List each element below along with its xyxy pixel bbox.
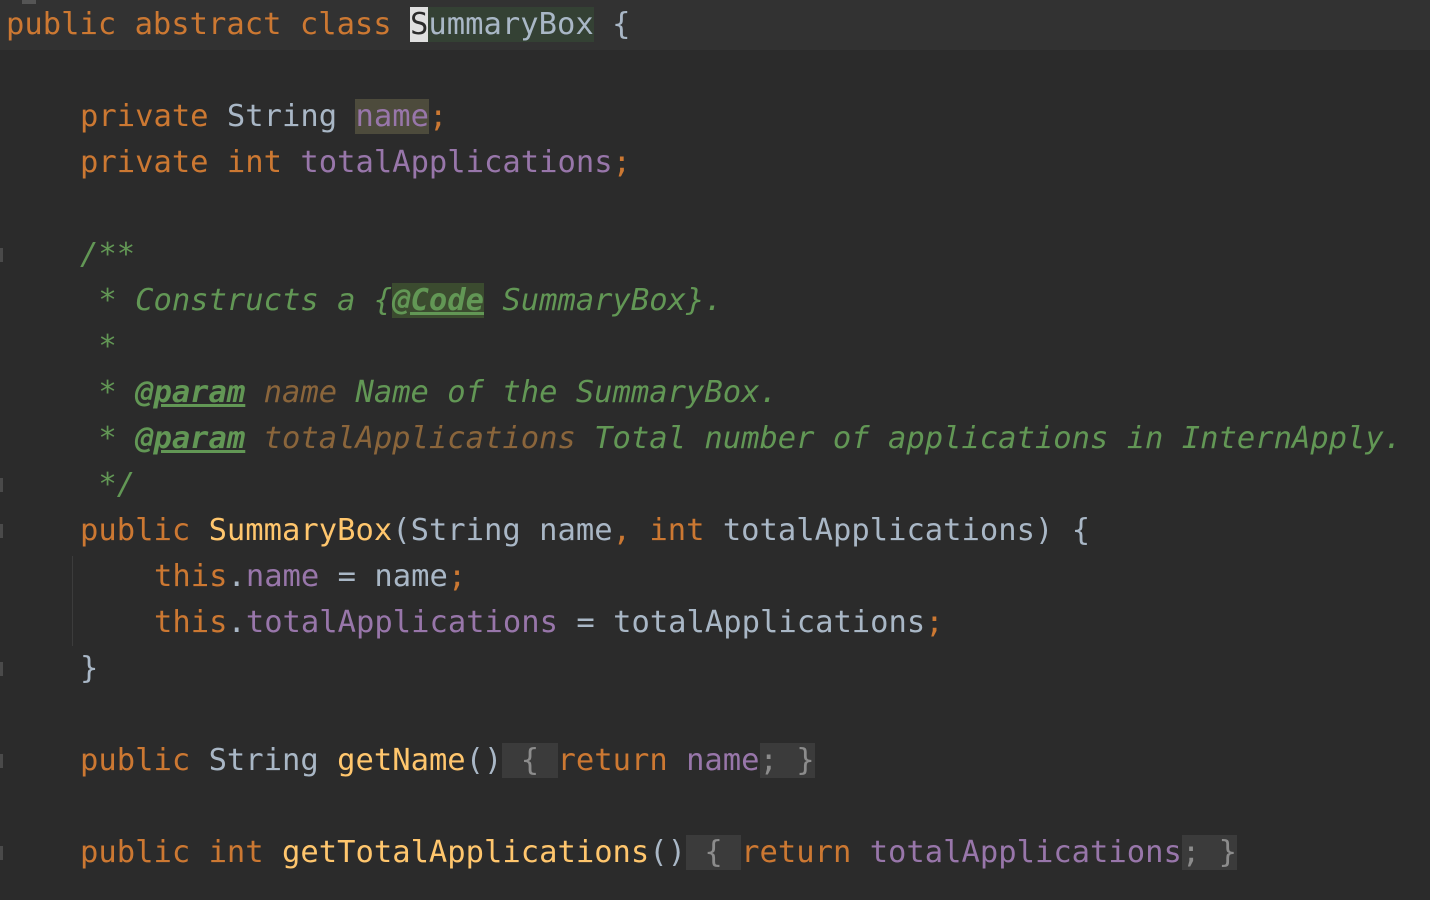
open-brace: { (1071, 513, 1091, 548)
code-line-assign-name[interactable]: this.name = name; (154, 554, 466, 600)
return-type-string: String (208, 743, 319, 778)
semicolon: ; (1181, 835, 1201, 870)
javadoc-param-tag[interactable]: @param (135, 421, 245, 456)
semicolon: ; (759, 743, 778, 778)
param-type-string: String (410, 513, 521, 548)
javadoc-blank[interactable]: * (80, 324, 117, 370)
code-editor[interactable]: public abstract class SummaryBox { priva… (0, 0, 1430, 900)
close-paren: ) (1034, 513, 1054, 548)
field-name[interactable]: name (355, 99, 429, 134)
indent-guide (72, 556, 73, 646)
keyword-public: public (6, 7, 117, 42)
keyword-public: public (80, 835, 191, 870)
fold-marker-icon[interactable] (0, 524, 3, 538)
javadoc-param-name[interactable]: * @param name Name of the SummaryBox. (80, 370, 778, 416)
javadoc-star: * (80, 375, 136, 410)
type-int: int (226, 145, 283, 180)
assign-operator: = (558, 605, 614, 640)
fold-marker-icon[interactable] (0, 846, 3, 860)
param-total-applications[interactable]: totalApplications (723, 513, 1035, 548)
javadoc-param-tag[interactable]: @param (135, 375, 245, 410)
folded-block-close[interactable]: } (1200, 835, 1237, 870)
fold-marker-icon[interactable] (0, 754, 3, 768)
code-line-constructor-close[interactable]: } (80, 646, 98, 692)
javadoc-param-name: name (245, 375, 338, 410)
semicolon: ; (447, 559, 467, 594)
field-ref-name[interactable]: name (246, 559, 319, 594)
javadoc-close-text: */ (80, 467, 136, 502)
open-brace: { (612, 7, 631, 42)
keyword-this: this (154, 559, 228, 594)
folded-block-close[interactable]: } (777, 743, 815, 778)
return-value-total-applications[interactable]: totalApplications (870, 835, 1182, 870)
code-line-class-declaration[interactable]: public abstract class SummaryBox { (6, 2, 630, 48)
assign-operator: = (319, 559, 375, 594)
parens: () (465, 743, 503, 778)
javadoc-code-tag[interactable]: @Code (392, 283, 484, 318)
javadoc-param-desc: Total number of applications in InternAp… (575, 421, 1403, 456)
return-value-name[interactable]: name (686, 743, 759, 778)
close-brace: } (80, 651, 99, 686)
javadoc-param-total[interactable]: * @param totalApplications Total number … (80, 416, 1402, 462)
keyword-private: private (80, 99, 209, 134)
method-get-name[interactable]: getName (337, 743, 466, 778)
code-line-field-name[interactable]: private String name; (80, 94, 447, 140)
constructor-name[interactable]: SummaryBox (209, 513, 393, 548)
fold-marker-icon[interactable] (0, 478, 3, 492)
dot: . (227, 605, 246, 640)
class-name[interactable]: ummaryBox (428, 7, 594, 42)
folded-block-open[interactable]: { (686, 835, 742, 870)
javadoc-open-text: /** (80, 237, 136, 272)
keyword-return: return (741, 835, 852, 870)
code-line-field-total[interactable]: private int totalApplications; (80, 140, 631, 186)
javadoc-open[interactable]: /** (80, 232, 135, 278)
dot: . (227, 559, 246, 594)
type-string: String (226, 99, 338, 134)
code-line-constructor[interactable]: public SummaryBox(String name, int total… (80, 508, 1090, 554)
keyword-public: public (80, 513, 191, 548)
keyword-this: this (154, 605, 228, 640)
field-ref-total-applications[interactable]: totalApplications (246, 605, 558, 640)
fold-marker-icon[interactable] (0, 248, 3, 262)
keyword-private: private (80, 145, 209, 180)
keyword-public: public (80, 743, 191, 778)
javadoc-text: SummaryBox}. (484, 283, 723, 318)
code-line-get-total[interactable]: public int getTotalApplications() { retu… (80, 830, 1237, 876)
semicolon: ; (428, 99, 448, 134)
value-total-applications[interactable]: totalApplications (613, 605, 925, 640)
code-line-get-name[interactable]: public String getName() { return name; } (80, 738, 815, 784)
keyword-return: return (557, 743, 668, 778)
fold-marker-icon[interactable] (0, 662, 3, 676)
javadoc-line-constructs[interactable]: * Constructs a {@Code SummaryBox}. (80, 278, 723, 324)
keyword-abstract: abstract (134, 7, 282, 42)
javadoc-param-desc: Name of the SummaryBox. (337, 375, 778, 410)
param-type-int: int (649, 513, 705, 548)
javadoc-star: * (80, 329, 117, 364)
method-get-total-applications[interactable]: getTotalApplications (282, 835, 649, 870)
value-name[interactable]: name (374, 559, 447, 594)
javadoc-param-name: totalApplications (245, 421, 576, 456)
semicolon: ; (612, 145, 631, 180)
parens: () (649, 835, 687, 870)
code-line-assign-total[interactable]: this.totalApplications = totalApplicatio… (154, 600, 944, 646)
comma: , (612, 513, 631, 548)
text-caret-char[interactable]: S (410, 7, 429, 42)
keyword-class: class (299, 7, 392, 42)
return-type-int: int (208, 835, 264, 870)
javadoc-close[interactable]: */ (80, 462, 135, 508)
open-paren: ( (392, 513, 411, 548)
semicolon: ; (925, 605, 944, 640)
javadoc-star: * (80, 421, 136, 456)
javadoc-text: * Constructs a { (80, 283, 393, 318)
param-name[interactable]: name (539, 513, 612, 548)
folded-block-open[interactable]: { (502, 743, 558, 778)
field-total-applications[interactable]: totalApplications (300, 145, 612, 180)
